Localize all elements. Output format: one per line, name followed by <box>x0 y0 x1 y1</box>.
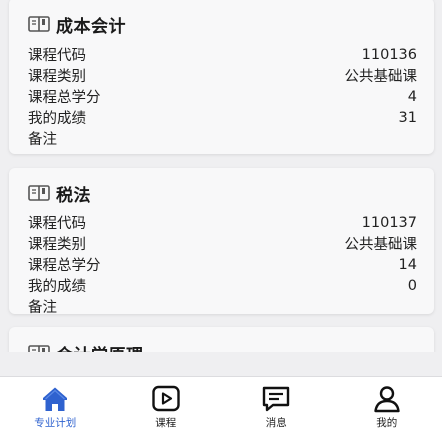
user-icon <box>374 386 400 413</box>
tab-label: 我的 <box>376 417 398 429</box>
tab-course[interactable]: 课程 <box>111 377 222 430</box>
course-credits-row: 课程总学分 4 <box>28 86 417 107</box>
book-icon <box>28 185 50 201</box>
course-code-row: 课程代码 110137 <box>28 212 417 233</box>
field-label: 课程代码 <box>28 48 86 64</box>
app-screen: 成本会计 课程代码 110136 课程类别 公共基础课 课程总学分 4 我的成绩… <box>0 0 442 430</box>
course-credits-value: 14 <box>398 256 417 273</box>
field-label: 备注 <box>28 300 57 316</box>
course-card[interactable]: 税法 课程代码 110137 课程类别 公共基础课 课程总学分 14 我的成绩 … <box>9 168 434 317</box>
my-score-value: 31 <box>398 109 417 126</box>
my-score-row: 我的成绩 31 <box>28 107 417 128</box>
tab-major-plan[interactable]: 专业计划 <box>0 377 111 430</box>
tab-messages[interactable]: 消息 <box>221 377 332 430</box>
course-card[interactable]: 会计学原理 <box>9 327 434 352</box>
play-icon <box>152 385 180 412</box>
bottom-tab-bar: 专业计划 课程 消息 我的 <box>0 376 442 430</box>
course-credits-value: 4 <box>407 88 417 105</box>
course-code-value: 110137 <box>361 214 417 231</box>
course-card-header: 会计学原理 <box>28 333 417 352</box>
book-icon <box>28 16 50 32</box>
course-list[interactable]: 成本会计 课程代码 110136 课程类别 公共基础课 课程总学分 4 我的成绩… <box>0 0 442 352</box>
remark-row: 备注 <box>28 296 417 317</box>
field-label: 课程总学分 <box>28 258 101 274</box>
course-code-value: 110136 <box>361 46 417 63</box>
field-label: 课程总学分 <box>28 90 101 106</box>
course-credits-row: 课程总学分 14 <box>28 254 417 275</box>
course-name: 会计学原理 <box>56 341 144 353</box>
tab-mine[interactable]: 我的 <box>332 377 442 430</box>
course-code-row: 课程代码 110136 <box>28 44 417 65</box>
tab-label: 课程 <box>155 417 177 429</box>
course-category-row: 课程类别 公共基础课 <box>28 233 417 254</box>
book-icon <box>28 345 50 352</box>
field-label: 我的成绩 <box>28 111 86 127</box>
course-card-header: 成本会计 <box>28 4 417 44</box>
tab-label: 消息 <box>265 417 287 429</box>
course-card[interactable]: 成本会计 课程代码 110136 课程类别 公共基础课 课程总学分 4 我的成绩… <box>9 0 434 154</box>
course-category-value: 公共基础课 <box>344 69 418 85</box>
field-label: 课程代码 <box>28 216 86 232</box>
my-score-value: 0 <box>407 277 417 294</box>
course-card-header: 税法 <box>28 174 417 212</box>
course-category-value: 公共基础课 <box>344 237 418 253</box>
field-label: 课程类别 <box>28 69 86 85</box>
remark-row: 备注 <box>28 128 417 149</box>
course-category-row: 课程类别 公共基础课 <box>28 65 417 86</box>
field-label: 备注 <box>28 132 57 148</box>
course-name: 税法 <box>56 185 91 206</box>
message-icon <box>263 386 290 412</box>
home-icon <box>43 387 68 411</box>
course-name: 成本会计 <box>56 16 126 37</box>
my-score-row: 我的成绩 0 <box>28 275 417 296</box>
field-label: 课程类别 <box>28 237 86 253</box>
field-label: 我的成绩 <box>28 279 86 295</box>
tab-label: 专业计划 <box>34 417 77 429</box>
